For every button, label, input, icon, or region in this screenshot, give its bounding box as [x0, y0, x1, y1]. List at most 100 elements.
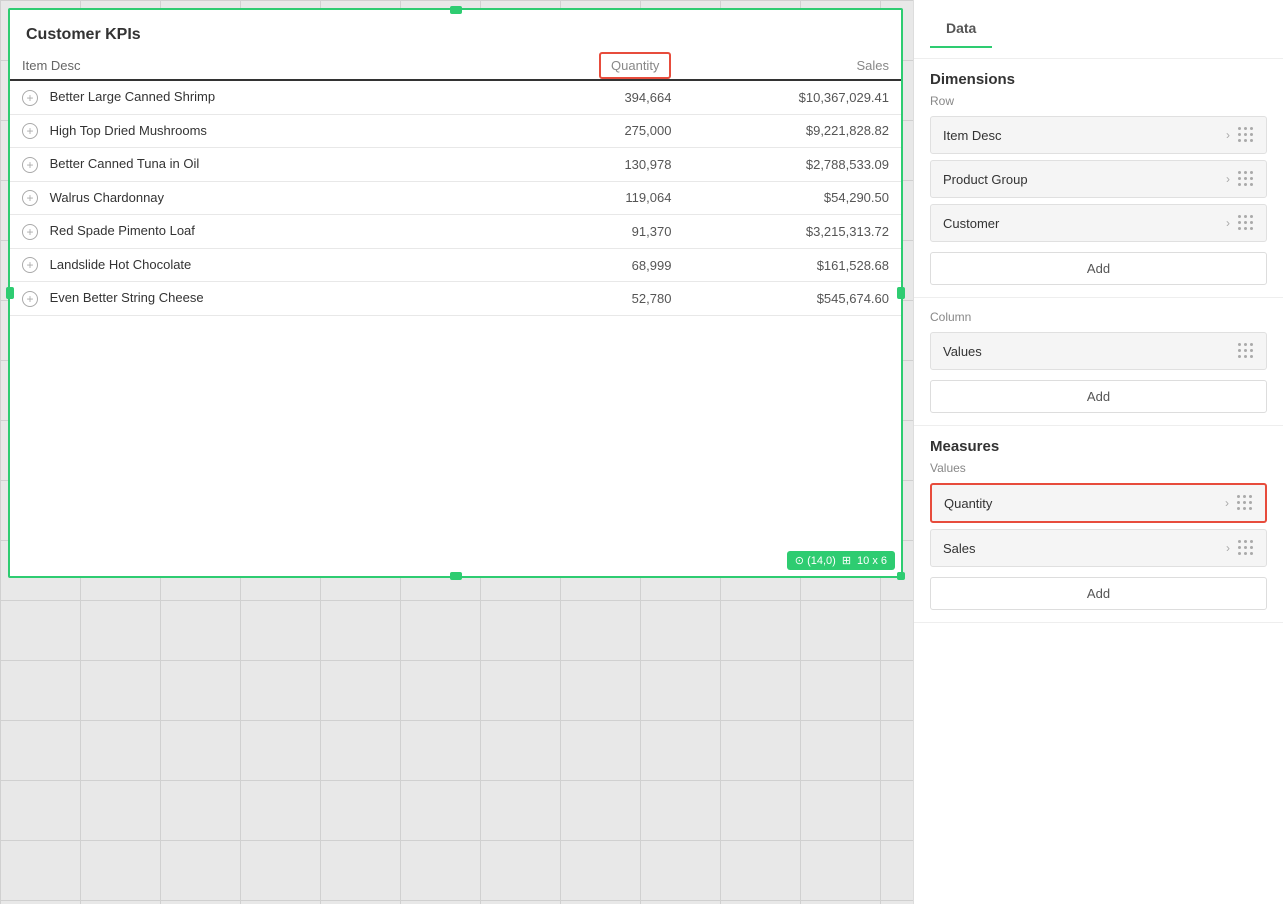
- measures-title: Measures: [930, 438, 1267, 455]
- expand-icon[interactable]: +: [22, 291, 38, 307]
- cell-sales: $54,290.50: [683, 181, 901, 215]
- table-row: + Even Better String Cheese 52,780 $545,…: [10, 282, 901, 316]
- item-name: Walrus Chardonnay: [50, 190, 164, 205]
- widget-title: Customer KPIs: [10, 10, 901, 52]
- dim-item-item-desc-label: Item Desc: [943, 128, 1002, 143]
- dim-item-sales-label: Sales: [943, 541, 976, 556]
- dim-item-customer-label: Customer: [943, 216, 999, 231]
- cell-quantity: 68,999: [500, 248, 683, 282]
- item-name: Better Large Canned Shrimp: [50, 89, 215, 104]
- cell-item-desc: + High Top Dried Mushrooms: [10, 114, 500, 148]
- chevron-icon-3: ›: [1226, 216, 1230, 230]
- table-row: + Better Canned Tuna in Oil 130,978 $2,7…: [10, 148, 901, 182]
- table-row: + High Top Dried Mushrooms 275,000 $9,22…: [10, 114, 901, 148]
- widget-container: Customer KPIs Item Desc Quantity Sales +…: [8, 8, 903, 578]
- chevron-icon-2: ›: [1226, 172, 1230, 186]
- expand-icon[interactable]: +: [22, 90, 38, 106]
- chevron-icon-5: ›: [1226, 541, 1230, 555]
- table-row: + Walrus Chardonnay 119,064 $54,290.50: [10, 181, 901, 215]
- expand-icon[interactable]: +: [22, 157, 38, 173]
- item-name: Even Better String Cheese: [50, 290, 204, 305]
- cell-sales: $161,528.68: [683, 248, 901, 282]
- dim-item-quantity-right: ›: [1225, 495, 1253, 511]
- expand-icon[interactable]: +: [22, 190, 38, 206]
- col-header-quantity: Quantity: [500, 52, 683, 80]
- dim-item-product-group-right: ›: [1226, 171, 1254, 187]
- dim-item-product-group[interactable]: Product Group ›: [930, 160, 1267, 198]
- widget-status-bar: ⊙ (14,0) ⊞ 10 x 6: [787, 551, 895, 570]
- add-column-button[interactable]: Add: [930, 380, 1267, 413]
- cell-sales: $545,674.60: [683, 282, 901, 316]
- cell-quantity: 52,780: [500, 282, 683, 316]
- cell-quantity: 394,664: [500, 80, 683, 114]
- dim-item-quantity-label: Quantity: [944, 496, 992, 511]
- cell-item-desc: + Even Better String Cheese: [10, 282, 500, 316]
- measures-section: Measures Values Quantity › Sales ›: [914, 426, 1283, 623]
- dimensions-title: Dimensions: [930, 71, 1267, 88]
- resize-handle-bottom-right[interactable]: [897, 572, 905, 580]
- dim-item-item-desc[interactable]: Item Desc ›: [930, 116, 1267, 154]
- dim-item-customer[interactable]: Customer ›: [930, 204, 1267, 242]
- main-canvas: Customer KPIs Item Desc Quantity Sales +…: [0, 0, 913, 904]
- data-tab[interactable]: Data: [930, 10, 992, 48]
- expand-icon[interactable]: +: [22, 123, 38, 139]
- dim-item-customer-right: ›: [1226, 215, 1254, 231]
- item-name: Better Canned Tuna in Oil: [50, 156, 200, 171]
- row-label: Row: [930, 94, 1267, 108]
- col-header-sales: Sales: [683, 52, 901, 80]
- column-label: Column: [930, 310, 1267, 324]
- cell-quantity: 130,978: [500, 148, 683, 182]
- dim-item-product-group-label: Product Group: [943, 172, 1028, 187]
- widget-dimensions: 10 x 6: [857, 555, 887, 567]
- resize-handle-right[interactable]: [897, 287, 905, 299]
- dim-item-values-label: Values: [943, 344, 982, 359]
- cell-quantity: 119,064: [500, 181, 683, 215]
- expand-icon[interactable]: +: [22, 224, 38, 240]
- dimensions-section: Dimensions Row Item Desc › Product Group…: [914, 59, 1283, 298]
- widget-position: ⊙ (14,0): [795, 554, 836, 567]
- column-section: Column Values Add: [914, 298, 1283, 426]
- cell-item-desc: + Red Spade Pimento Loaf: [10, 215, 500, 249]
- dots-icon-2: [1238, 171, 1254, 187]
- add-measures-button[interactable]: Add: [930, 577, 1267, 610]
- chevron-icon-4: ›: [1225, 496, 1229, 510]
- resize-handle-left[interactable]: [6, 287, 14, 299]
- data-table: Item Desc Quantity Sales + Better Large …: [10, 52, 901, 316]
- dim-item-sales[interactable]: Sales ›: [930, 529, 1267, 567]
- col-header-item-desc: Item Desc: [10, 52, 500, 80]
- chevron-icon: ›: [1226, 128, 1230, 142]
- widget-size-icon: ⊞: [842, 554, 851, 567]
- cell-sales: $9,221,828.82: [683, 114, 901, 148]
- cell-item-desc: + Landslide Hot Chocolate: [10, 248, 500, 282]
- cell-sales: $10,367,029.41: [683, 80, 901, 114]
- resize-handle-bottom[interactable]: [450, 572, 462, 580]
- dim-item-quantity[interactable]: Quantity ›: [930, 483, 1267, 523]
- dim-item-item-desc-right: ›: [1226, 127, 1254, 143]
- cell-quantity: 275,000: [500, 114, 683, 148]
- dots-icon: [1238, 127, 1254, 143]
- cell-sales: $3,215,313.72: [683, 215, 901, 249]
- cell-quantity: 91,370: [500, 215, 683, 249]
- values-label: Values: [930, 461, 1267, 475]
- dim-item-values-right: [1238, 343, 1254, 359]
- resize-handle-top[interactable]: [450, 6, 462, 14]
- item-name: Landslide Hot Chocolate: [50, 257, 192, 272]
- dim-item-values[interactable]: Values: [930, 332, 1267, 370]
- table-row: + Better Large Canned Shrimp 394,664 $10…: [10, 80, 901, 114]
- cell-item-desc: + Better Large Canned Shrimp: [10, 80, 500, 114]
- dots-icon-5: [1237, 495, 1253, 511]
- cell-sales: $2,788,533.09: [683, 148, 901, 182]
- item-name: High Top Dried Mushrooms: [50, 123, 207, 138]
- cell-item-desc: + Better Canned Tuna in Oil: [10, 148, 500, 182]
- cell-item-desc: + Walrus Chardonnay: [10, 181, 500, 215]
- table-row: + Landslide Hot Chocolate 68,999 $161,52…: [10, 248, 901, 282]
- dim-item-sales-right: ›: [1226, 540, 1254, 556]
- dots-icon-4: [1238, 343, 1254, 359]
- dots-icon-3: [1238, 215, 1254, 231]
- item-name: Red Spade Pimento Loaf: [50, 223, 195, 238]
- expand-icon[interactable]: +: [22, 257, 38, 273]
- add-row-button[interactable]: Add: [930, 252, 1267, 285]
- dots-icon-6: [1238, 540, 1254, 556]
- table-row: + Red Spade Pimento Loaf 91,370 $3,215,3…: [10, 215, 901, 249]
- right-panel: Data Dimensions Row Item Desc › Product …: [913, 0, 1283, 904]
